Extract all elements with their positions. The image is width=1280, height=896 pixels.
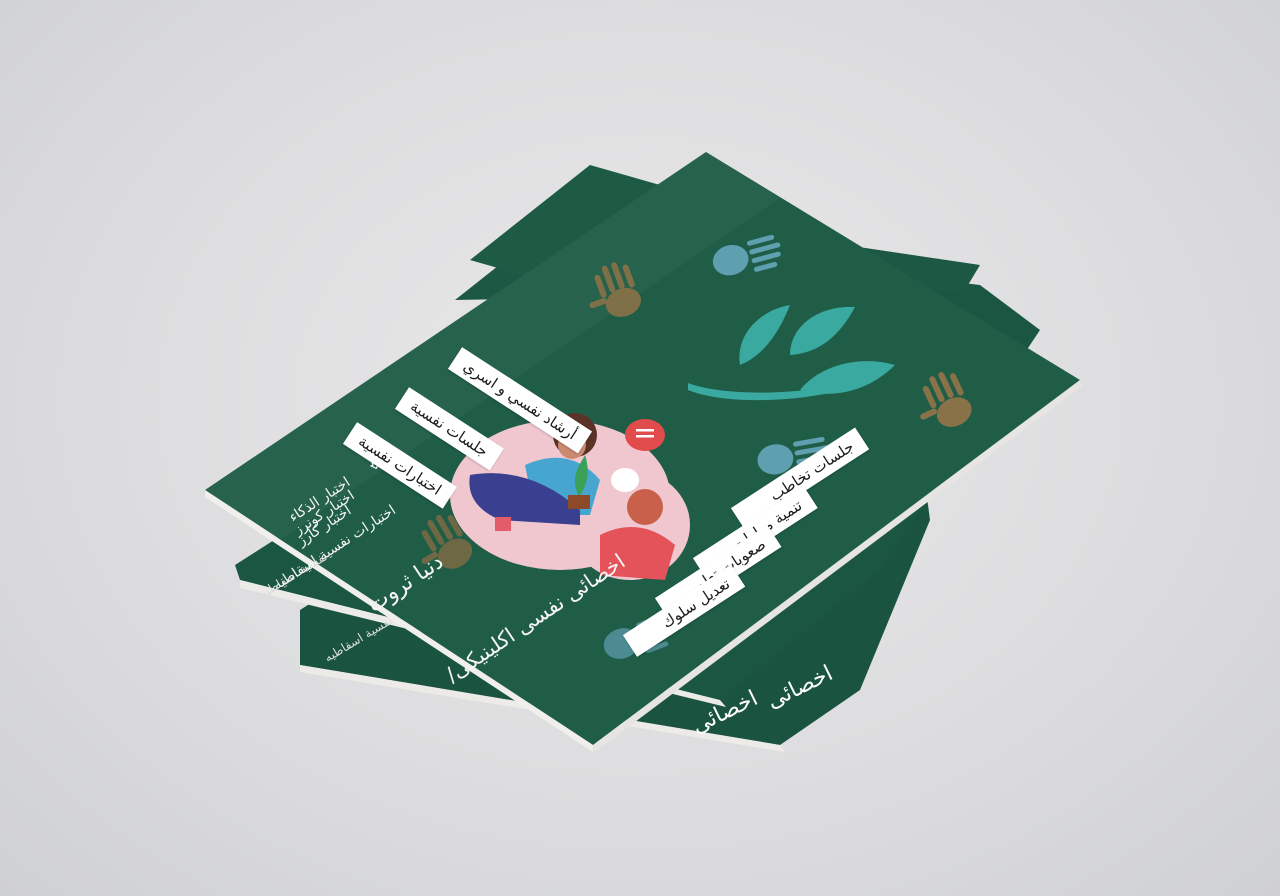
scene: اخصائى اخصائى نفسية اسقاطيه نفسية اسقاطي… — [0, 0, 1280, 896]
hand-print-icon — [712, 234, 781, 276]
leaf-logo-icon — [688, 305, 895, 401]
hand-print-icon — [920, 372, 972, 427]
speech-bubble-icon — [625, 419, 665, 451]
hand-print-icon — [589, 262, 641, 317]
